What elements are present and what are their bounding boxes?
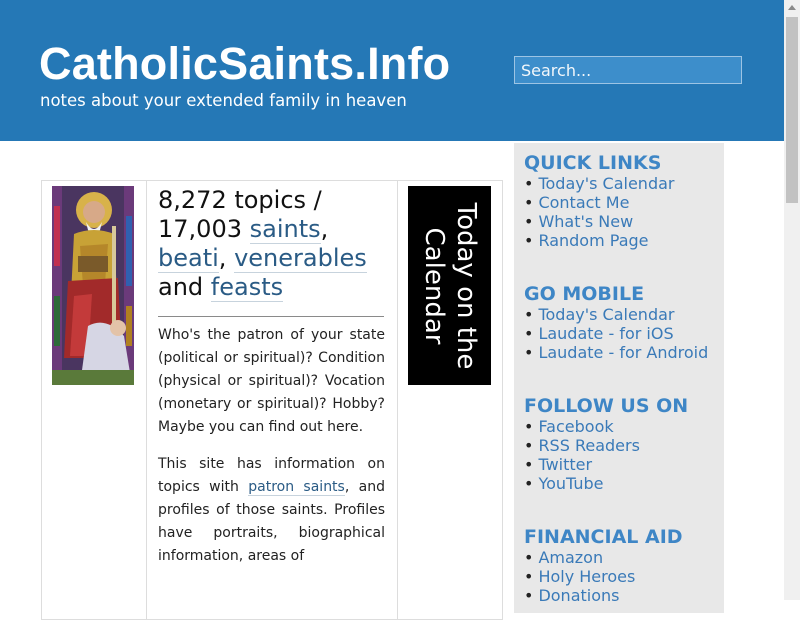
- follow-us-section: FOLLOW US ON • Facebook • RSS Readers • Twi…: [524, 395, 688, 493]
- and-text: and: [158, 273, 204, 301]
- site-title[interactable]: CatholicSaints.Info: [39, 38, 450, 90]
- go-mobile-heading: GO MOBILE: [524, 283, 645, 305]
- saints-count: 17,003: [158, 215, 242, 243]
- sidebar-link-contact-me[interactable]: • Contact Me: [524, 193, 674, 212]
- quick-links-section: QUICK LINKS • Today's Calendar • Contact M…: [524, 152, 674, 250]
- go-mobile-section: GO MOBILE • Today's Calendar • Laudate - f…: [524, 283, 708, 362]
- sidebar-link-laudate-android[interactable]: • Laudate - for Android: [524, 343, 708, 362]
- saint-stained-glass-image[interactable]: [52, 186, 134, 385]
- sidebar-link-rss[interactable]: • RSS Readers: [524, 436, 688, 455]
- today-banner-label: Today on the Calendar: [418, 202, 481, 369]
- sidebar-link-whats-new[interactable]: • What's New: [524, 212, 674, 231]
- topics-count: 8,272 topics /: [158, 186, 322, 214]
- sidebar-link-laudate-ios[interactable]: • Laudate - for iOS: [524, 324, 708, 343]
- sidebar-link-facebook[interactable]: • Facebook: [524, 417, 688, 436]
- sidebar-link-donations[interactable]: • Donations: [524, 586, 683, 605]
- horizontal-rule: [158, 316, 384, 317]
- vertical-scrollbar[interactable]: [784, 0, 800, 600]
- intro-paragraph: This site has information on topics with…: [158, 456, 385, 564]
- feasts-link[interactable]: feasts: [210, 273, 284, 302]
- venerables-link[interactable]: venerables: [234, 244, 367, 273]
- quick-links-heading: QUICK LINKS: [524, 152, 662, 174]
- financial-aid-heading: FINANCIAL AID: [524, 526, 683, 548]
- beati-link[interactable]: beati: [158, 244, 219, 273]
- intro-paragraph: Who's the patron of your state (politica…: [158, 327, 385, 435]
- sidebar-link-youtube[interactable]: • YouTube: [524, 474, 688, 493]
- topics-summary: 8,272 topics / 17,003 saints, beati, ven…: [158, 186, 367, 302]
- scrollbar-thumb[interactable]: [786, 17, 798, 203]
- today-on-calendar-banner[interactable]: Today on the Calendar: [408, 186, 491, 385]
- site-tagline: notes about your extended family in heav…: [40, 91, 407, 110]
- sidebar-link-todays-calendar[interactable]: • Today's Calendar: [524, 174, 674, 193]
- site-header: CatholicSaints.Info notes about your ext…: [0, 0, 784, 141]
- search-input[interactable]: [514, 56, 742, 84]
- follow-us-heading: FOLLOW US ON: [524, 395, 689, 417]
- sidebar-link-amazon[interactable]: • Amazon: [524, 548, 683, 567]
- sidebar-link-mobile-calendar[interactable]: • Today's Calendar: [524, 305, 708, 324]
- sidebar-link-holy-heroes[interactable]: • Holy Heroes: [524, 567, 683, 586]
- sidebar-link-twitter[interactable]: • Twitter: [524, 455, 688, 474]
- sidebar-link-random-page[interactable]: • Random Page: [524, 231, 674, 250]
- scroll-up-arrow-icon[interactable]: [788, 5, 796, 10]
- patron-saints-link[interactable]: patron saints: [248, 479, 345, 496]
- table-divider: [146, 180, 147, 620]
- intro-text: Who's the patron of your state (politica…: [158, 324, 385, 582]
- saints-link[interactable]: saints: [249, 215, 321, 244]
- financial-aid-section: FINANCIAL AID • Amazon • Holy Heroes • Dona…: [524, 526, 683, 605]
- table-divider: [397, 180, 398, 620]
